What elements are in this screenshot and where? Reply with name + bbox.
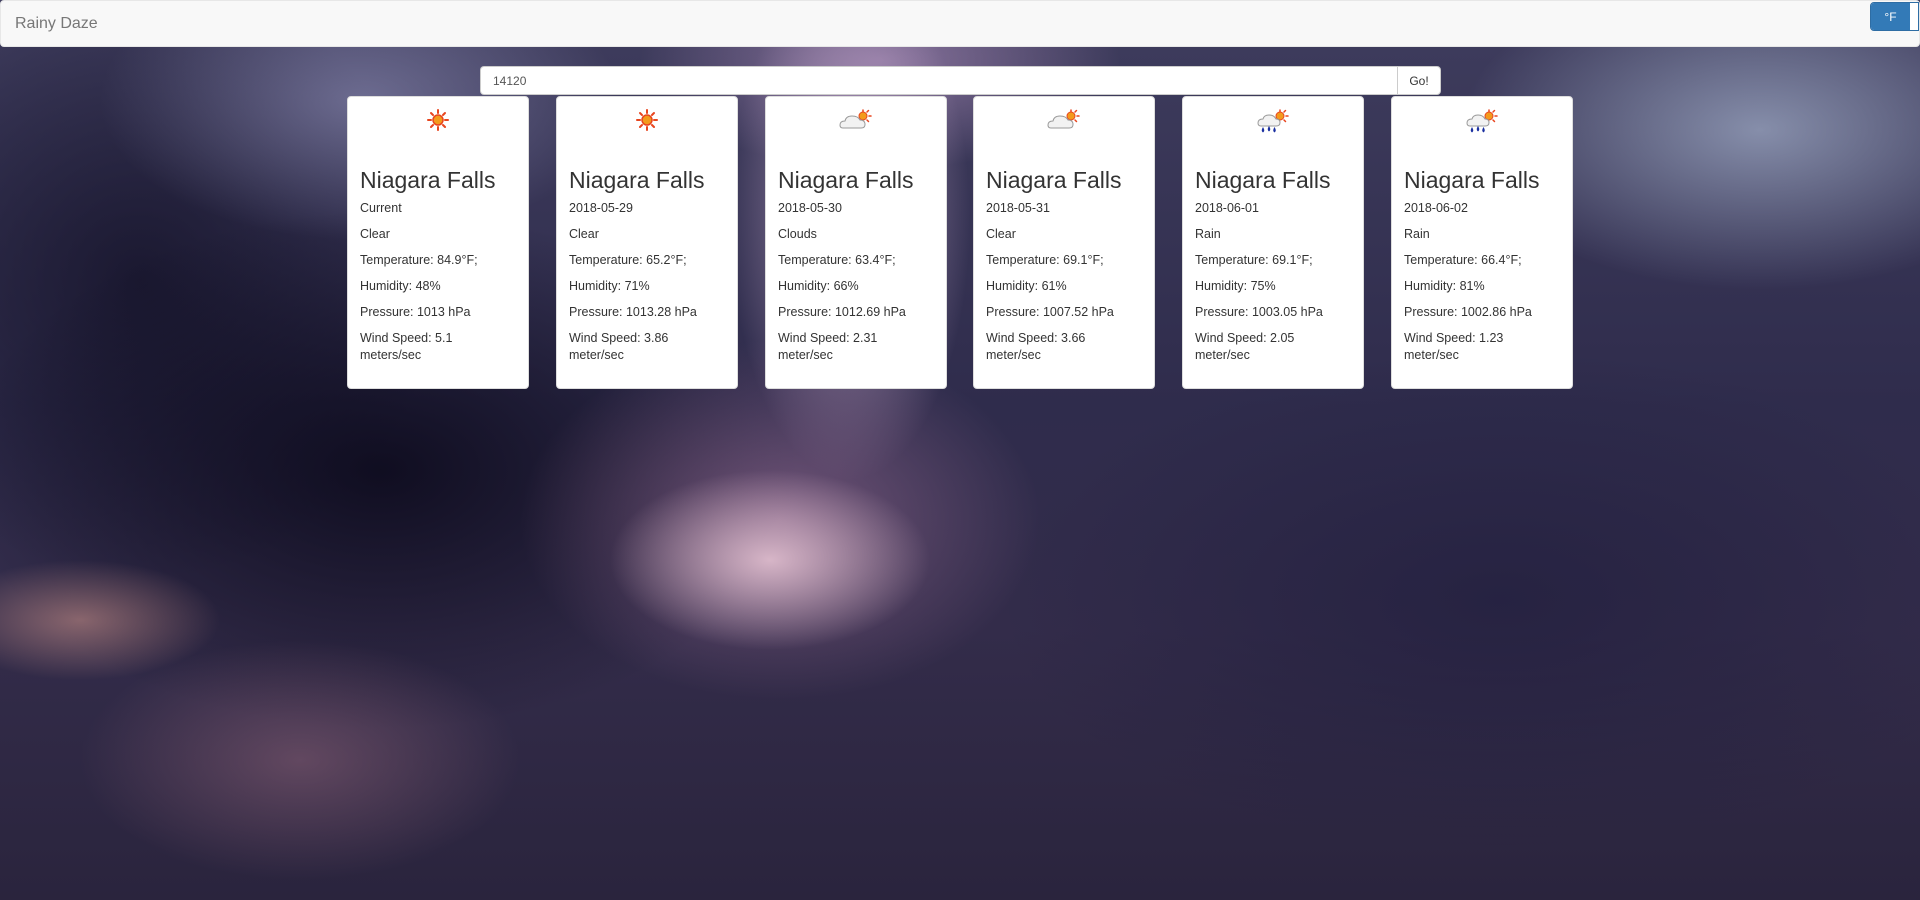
card-condition: Clear: [569, 227, 599, 241]
card-condition: Clear: [986, 227, 1016, 241]
forecast-card: Niagara Falls Current Clear Temperature:…: [347, 96, 529, 389]
card-wind-speed: Wind Speed: 3.86 meter/sec: [569, 331, 669, 362]
card-humidity: Humidity: 75%: [1195, 279, 1276, 293]
rain-sun-icon: [1257, 109, 1289, 133]
weather-icon-wrap: [569, 97, 725, 155]
card-city: Niagara Falls: [1195, 167, 1331, 193]
card-city: Niagara Falls: [1404, 167, 1540, 193]
weather-icon-wrap: [986, 97, 1142, 155]
card-temperature: Temperature: 69.1°F;: [986, 253, 1104, 267]
weather-icon-wrap: [360, 97, 516, 155]
card-humidity: Humidity: 71%: [569, 279, 650, 293]
card-humidity: Humidity: 48%: [360, 279, 441, 293]
card-pressure: Pressure: 1012.69 hPa: [778, 305, 906, 319]
card-temperature: Temperature: 69.1°F;: [1195, 253, 1313, 267]
forecast-card: Niagara Falls 2018-05-30 Clouds Temperat…: [765, 96, 947, 389]
brand-title[interactable]: Rainy Daze: [15, 15, 98, 33]
card-date: 2018-05-29: [569, 201, 633, 215]
card-temperature: Temperature: 84.9°F;: [360, 253, 478, 267]
card-date: 2018-05-31: [986, 201, 1050, 215]
weather-icon-wrap: [1404, 97, 1560, 155]
forecast-card: Niagara Falls 2018-05-31 Clear Temperatu…: [973, 96, 1155, 389]
go-button[interactable]: Go!: [1397, 66, 1441, 95]
card-humidity: Humidity: 66%: [778, 279, 859, 293]
weather-icon-wrap: [1195, 97, 1351, 155]
forecast-card: Niagara Falls 2018-05-29 Clear Temperatu…: [556, 96, 738, 389]
card-temperature: Temperature: 66.4°F;: [1404, 253, 1522, 267]
unit-toggle[interactable]: °F: [1870, 2, 1919, 31]
sun-icon: [636, 109, 658, 131]
card-date: 2018-06-02: [1404, 201, 1468, 215]
card-pressure: Pressure: 1007.52 hPa: [986, 305, 1114, 319]
navbar: Rainy Daze °F: [0, 0, 1920, 47]
unit-fahrenheit-label[interactable]: °F: [1871, 3, 1910, 30]
card-wind-speed: Wind Speed: 1.23 meter/sec: [1404, 331, 1504, 362]
card-city: Niagara Falls: [569, 167, 705, 193]
card-condition: Clouds: [778, 227, 817, 241]
card-pressure: Pressure: 1002.86 hPa: [1404, 305, 1532, 319]
card-condition: Clear: [360, 227, 390, 241]
card-condition: Rain: [1195, 227, 1221, 241]
card-date: 2018-06-01: [1195, 201, 1259, 215]
cloud-sun-icon: [1047, 109, 1080, 129]
card-condition: Rain: [1404, 227, 1430, 241]
card-humidity: Humidity: 81%: [1404, 279, 1485, 293]
card-wind-speed: Wind Speed: 5.1 meters/sec: [360, 331, 453, 362]
card-city: Niagara Falls: [778, 167, 914, 193]
card-wind-speed: Wind Speed: 2.05 meter/sec: [1195, 331, 1295, 362]
card-humidity: Humidity: 61%: [986, 279, 1067, 293]
search-bar: Go!: [480, 66, 1441, 95]
forecast-cards: Niagara Falls Current Clear Temperature:…: [347, 96, 1574, 389]
card-pressure: Pressure: 1013 hPa: [360, 305, 471, 319]
sun-icon: [427, 109, 449, 131]
card-city: Niagara Falls: [360, 167, 496, 193]
card-temperature: Temperature: 63.4°F;: [778, 253, 896, 267]
cloud-sun-icon: [839, 109, 872, 129]
zip-search-input[interactable]: [480, 66, 1397, 95]
card-wind-speed: Wind Speed: 3.66 meter/sec: [986, 331, 1086, 362]
card-date: Current: [360, 201, 402, 215]
forecast-card: Niagara Falls 2018-06-01 Rain Temperatur…: [1182, 96, 1364, 389]
card-date: 2018-05-30: [778, 201, 842, 215]
card-wind-speed: Wind Speed: 2.31 meter/sec: [778, 331, 878, 362]
card-pressure: Pressure: 1003.05 hPa: [1195, 305, 1323, 319]
weather-icon-wrap: [778, 97, 934, 155]
forecast-card: Niagara Falls 2018-06-02 Rain Temperatur…: [1391, 96, 1573, 389]
card-pressure: Pressure: 1013.28 hPa: [569, 305, 697, 319]
toggle-handle[interactable]: [1910, 3, 1918, 30]
card-temperature: Temperature: 65.2°F;: [569, 253, 687, 267]
rain-sun-icon: [1466, 109, 1498, 133]
card-city: Niagara Falls: [986, 167, 1122, 193]
